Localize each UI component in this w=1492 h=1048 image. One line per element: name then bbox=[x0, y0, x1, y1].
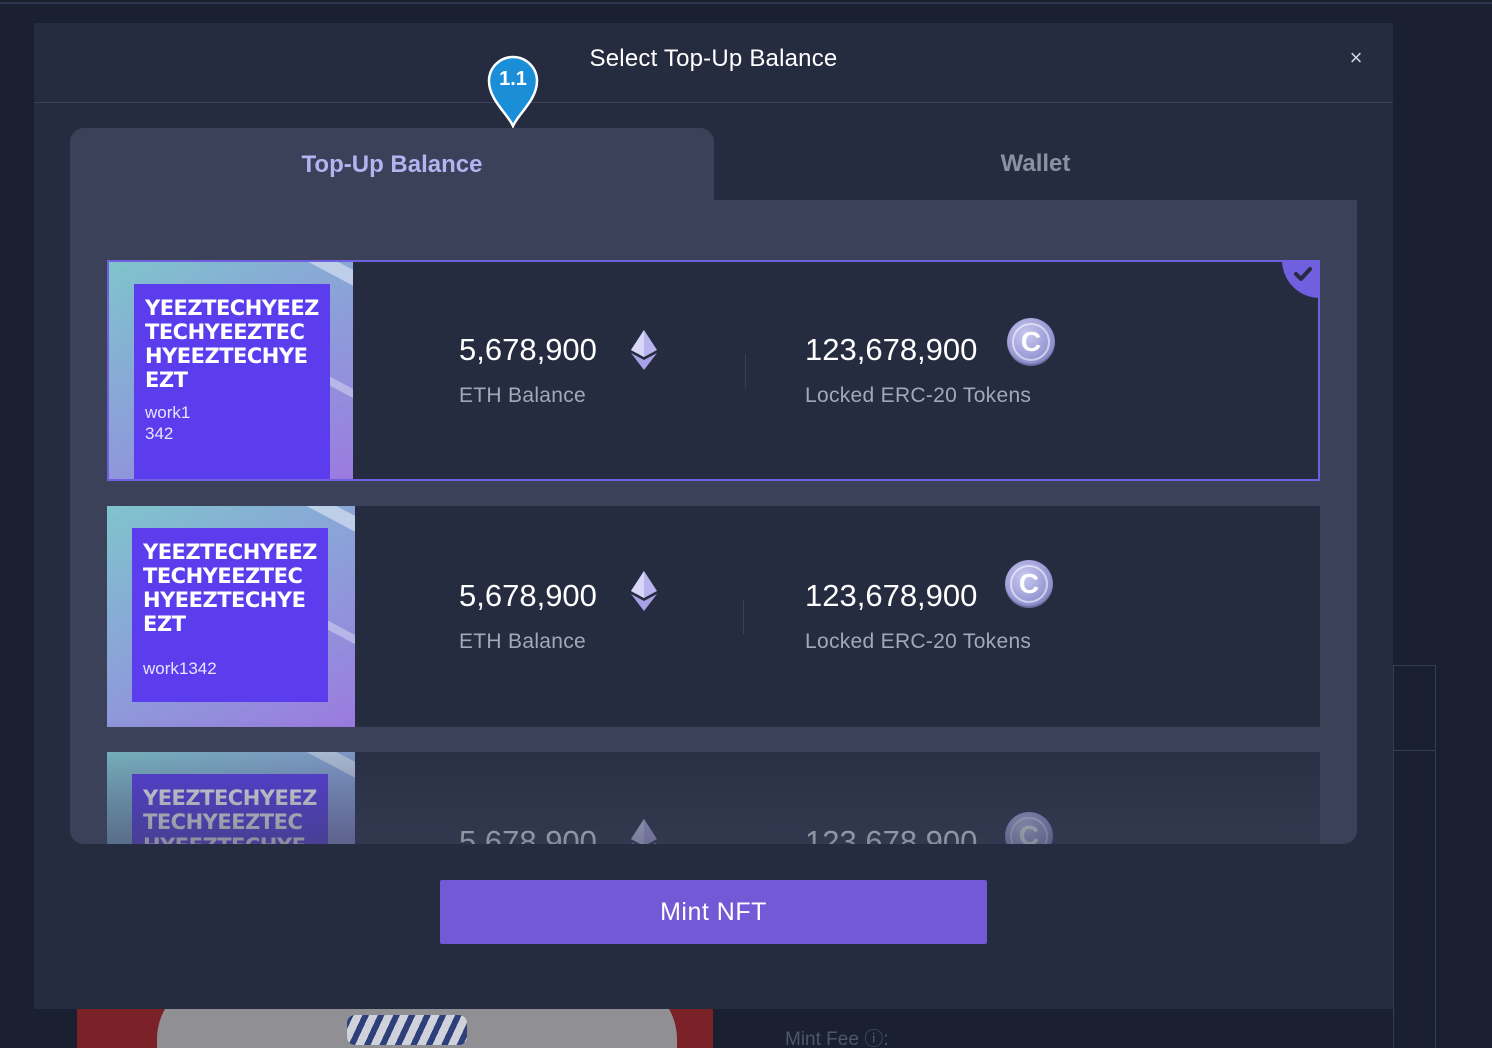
balance-card-3[interactable]: YEEZTECHYEEZTECHYEEZTECHYEEZTECHYEEZT 5,… bbox=[107, 752, 1320, 844]
nft-subtitle: work1 342 bbox=[145, 403, 191, 443]
pin-label: 1.1 bbox=[499, 68, 527, 90]
nft-thumbnail: YEEZTECHYEEZTECHYEEZTECHYEEZTECHYEEZT wo… bbox=[109, 262, 353, 479]
nft-label-box: YEEZTECHYEEZTECHYEEZTECHYEEZTECHYEEZT bbox=[132, 774, 328, 844]
modal-header: Select Top-Up Balance × bbox=[34, 23, 1393, 103]
nft-label-box: YEEZTECHYEEZTECHYEEZTECHYEEZTECHYEEZT wo… bbox=[134, 284, 330, 479]
nft-title: YEEZTECHYEEZTECHYEEZTECHYEEZTECHYEEZT bbox=[145, 296, 319, 392]
eth-balance-label: ETH Balance bbox=[459, 384, 587, 407]
background-nft-image bbox=[77, 1009, 713, 1048]
close-icon[interactable]: × bbox=[1345, 47, 1367, 69]
ethereum-icon bbox=[631, 330, 657, 370]
balance-card-2[interactable]: YEEZTECHYEEZTECHYEEZTECHYEEZTECHYEEZT wo… bbox=[107, 506, 1320, 727]
tab-wallet[interactable]: Wallet bbox=[714, 128, 1357, 200]
balance-tabs-panel: Top-Up Balance Wallet YEEZTECHYEEZTECHYE… bbox=[70, 128, 1357, 844]
mint-nft-button[interactable]: Mint NFT bbox=[440, 880, 987, 944]
stat-divider bbox=[743, 600, 744, 634]
ethereum-icon bbox=[631, 571, 657, 611]
nft-subtitle: work1342 bbox=[143, 659, 217, 678]
pin-shape bbox=[487, 55, 539, 130]
eth-balance-value: 5,678,900 bbox=[459, 824, 597, 844]
background-side-divider bbox=[1393, 750, 1436, 751]
coin-icon: C bbox=[1005, 812, 1053, 844]
eth-balance-value: 5,678,900 bbox=[459, 578, 597, 613]
background-side-panel bbox=[1393, 665, 1436, 1048]
balance-list-panel: YEEZTECHYEEZTECHYEEZTECHYEEZTECHYEEZT wo… bbox=[70, 200, 1357, 844]
erc20-tokens-value: 123,678,900 bbox=[805, 332, 978, 367]
erc20-tokens-value: 123,678,900 bbox=[805, 824, 978, 844]
nft-thumbnail: YEEZTECHYEEZTECHYEEZTECHYEEZTECHYEEZT wo… bbox=[107, 506, 355, 727]
tab-top-up-balance[interactable]: Top-Up Balance bbox=[70, 128, 714, 202]
eth-balance-value: 5,678,900 bbox=[459, 332, 597, 367]
modal-title: Select Top-Up Balance bbox=[589, 45, 838, 72]
nft-title: YEEZTECHYEEZTECHYEEZTECHYEEZTECHYEEZT bbox=[143, 786, 317, 844]
coin-icon: C bbox=[1005, 560, 1053, 608]
background-top-border bbox=[0, 2, 1492, 4]
nft-thumbnail: YEEZTECHYEEZTECHYEEZTECHYEEZTECHYEEZT bbox=[107, 752, 355, 844]
erc20-tokens-value: 123,678,900 bbox=[805, 578, 978, 613]
balance-card-1[interactable]: YEEZTECHYEEZTECHYEEZTECHYEEZTECHYEEZT wo… bbox=[107, 260, 1320, 481]
erc20-tokens-label: Locked ERC-20 Tokens bbox=[805, 630, 1032, 653]
location-pin-icon: 1.1 bbox=[486, 54, 540, 130]
stat-divider bbox=[745, 354, 746, 388]
background-mint-fee-label: Mint Fee ⓘ: bbox=[785, 1029, 889, 1048]
coin-icon: C bbox=[1007, 318, 1055, 366]
checkmark-icon bbox=[1282, 260, 1320, 298]
ethereum-icon bbox=[631, 819, 657, 844]
eth-balance-label: ETH Balance bbox=[459, 630, 587, 653]
balance-list[interactable]: YEEZTECHYEEZTECHYEEZTECHYEEZTECHYEEZT wo… bbox=[70, 200, 1357, 844]
select-topup-modal: Select Top-Up Balance × Top-Up Balance W… bbox=[34, 23, 1393, 1009]
erc20-tokens-label: Locked ERC-20 Tokens bbox=[805, 384, 1032, 407]
nft-title: YEEZTECHYEEZTECHYEEZTECHYEEZTECHYEEZT bbox=[143, 540, 317, 636]
background-robot-stripes bbox=[347, 1015, 467, 1045]
nft-label-box: YEEZTECHYEEZTECHYEEZTECHYEEZTECHYEEZT wo… bbox=[132, 528, 328, 702]
